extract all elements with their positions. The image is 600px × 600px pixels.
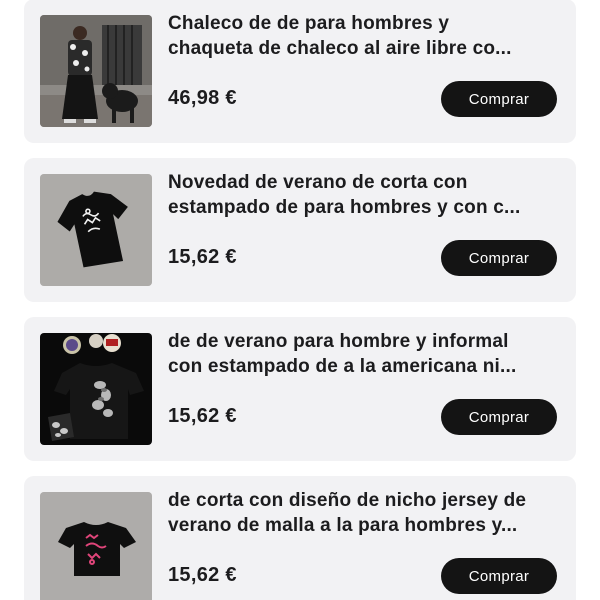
product-card[interactable]: de de verano para hombre y informal con …: [24, 317, 576, 461]
product-title-line: verano de malla a la para hombres y...: [168, 515, 518, 536]
product-title-line: con estampado de a la americana ni...: [168, 356, 517, 377]
product-card[interactable]: Chaleco de de para hombres y chaqueta de…: [24, 0, 576, 143]
buy-button[interactable]: Comprar: [441, 558, 557, 594]
buy-button[interactable]: Comprar: [441, 399, 557, 435]
product-title-line: Novedad de verano de corta con: [168, 172, 468, 193]
product-title[interactable]: de corta con diseño de nicho jersey de v…: [168, 488, 560, 538]
product-card[interactable]: de corta con diseño de nicho jersey de v…: [24, 476, 576, 600]
product-price: 15,62 €: [168, 246, 237, 268]
product-price: 15,62 €: [168, 564, 237, 586]
product-title-line: Chaleco de de para hombres y: [168, 13, 450, 34]
buy-button[interactable]: Comprar: [441, 81, 557, 117]
product-price: 46,98 €: [168, 87, 237, 109]
pink-print-tshirt-image: [40, 492, 152, 600]
product-price: 15,62 €: [168, 405, 237, 427]
product-image[interactable]: [40, 333, 152, 445]
product-title-line: estampado de para hombres y con c...: [168, 197, 521, 218]
product-card[interactable]: Novedad de verano de corta con estampado…: [24, 158, 576, 302]
buy-button[interactable]: Comprar: [441, 240, 557, 276]
product-title[interactable]: Chaleco de de para hombres y chaqueta de…: [168, 11, 560, 61]
black-tshirt-image: [40, 174, 152, 286]
product-title-line: de corta con diseño de nicho jersey de: [168, 490, 527, 511]
product-image[interactable]: [40, 15, 152, 127]
product-title-line: chaqueta de chaleco al aire libre co...: [168, 38, 512, 59]
product-image[interactable]: [40, 174, 152, 286]
man-with-dog-image: [40, 15, 152, 127]
product-list: Chaleco de de para hombres y chaqueta de…: [0, 0, 600, 600]
product-title[interactable]: Novedad de verano de corta con estampado…: [168, 170, 560, 220]
product-title-line: de de verano para hombre y informal: [168, 331, 509, 352]
product-title[interactable]: de de verano para hombre y informal con …: [168, 329, 560, 379]
camo-tshirt-image: [40, 333, 152, 445]
product-image[interactable]: [40, 492, 152, 600]
